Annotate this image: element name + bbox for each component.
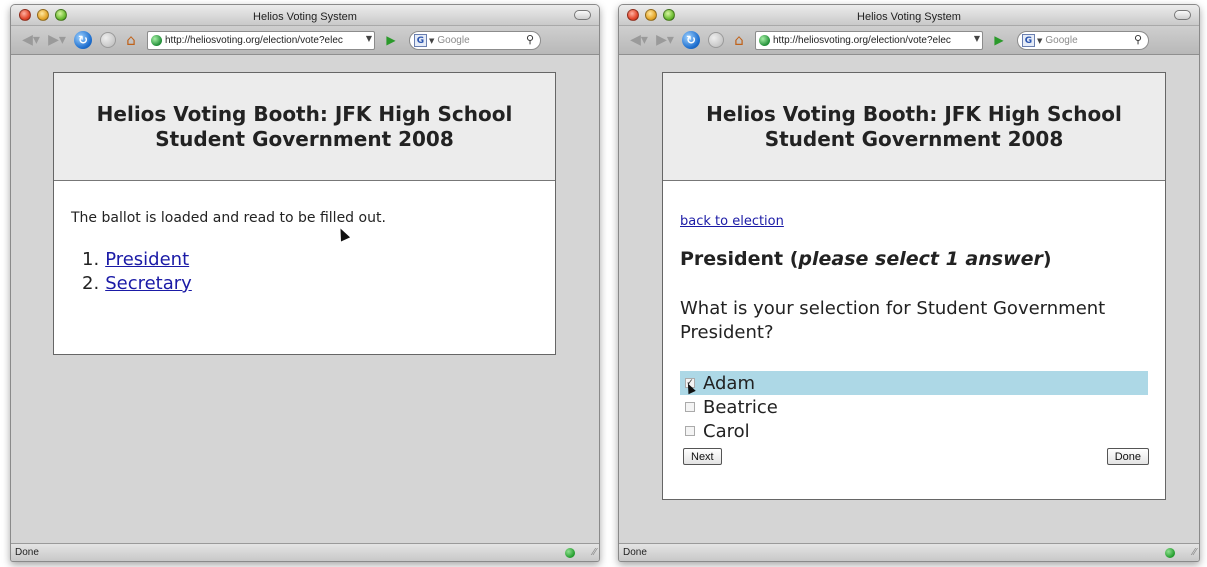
window-controls: [627, 9, 675, 21]
reload-icon: ↻: [74, 31, 92, 49]
address-bar[interactable]: http://heliosvoting.org/election/vote?el…: [147, 31, 375, 50]
search-placeholder: Google: [1045, 35, 1078, 46]
status-bar: Done ⁄⁄: [11, 543, 599, 561]
list-item: 1. President: [82, 249, 190, 270]
go-arrow-icon[interactable]: ▶: [381, 31, 401, 49]
page-viewport: Helios Voting Booth: JFK High School Stu…: [619, 56, 1199, 543]
navigation-toolbar: ◀▾ ▶▾ ↻ ⌂ http://heliosvoting.org/electi…: [619, 26, 1199, 55]
window-controls: [19, 9, 67, 21]
window-title: Helios Voting System: [253, 11, 357, 23]
done-button[interactable]: Done: [1106, 448, 1149, 465]
navigation-toolbar: ◀▾ ▶▾ ↻ ⌂ http://heliosvoting.org/electi…: [11, 26, 599, 55]
reload-icon: ↻: [682, 31, 700, 49]
browser-window-left: Helios Voting System ◀▾ ▶▾ ↻ ⌂ http://he…: [10, 4, 600, 562]
next-button[interactable]: Next: [683, 448, 722, 465]
reload-button[interactable]: ↻: [73, 31, 93, 49]
answer-option-beatrice[interactable]: Beatrice: [680, 395, 1148, 419]
minimize-window-button[interactable]: [37, 9, 49, 21]
answer-option-adam[interactable]: ✓ Adam: [680, 371, 1148, 395]
question-hint: please select 1 answer: [798, 248, 1043, 270]
window-title: Helios Voting System: [857, 11, 961, 23]
stop-button[interactable]: [707, 31, 725, 49]
toolbar-toggle-button[interactable]: [1174, 10, 1191, 20]
question-title: President (please select 1 answer): [680, 248, 1052, 270]
resize-grip-icon[interactable]: ⁄⁄: [593, 547, 596, 558]
chevron-down-icon[interactable]: ▼: [974, 34, 980, 43]
answer-list: ✓ Adam Beatrice Carol: [680, 371, 1148, 443]
search-placeholder: Google: [437, 35, 470, 46]
back-arrow-icon[interactable]: ◀▾: [627, 31, 651, 49]
close-window-button[interactable]: [19, 9, 31, 21]
home-icon[interactable]: ⌂: [729, 31, 749, 49]
answer-label: Adam: [703, 372, 755, 394]
list-item: 2. Secretary: [82, 273, 192, 294]
back-to-election-link[interactable]: back to election: [680, 214, 784, 229]
go-arrow-icon[interactable]: ▶: [989, 31, 1009, 49]
mouse-cursor-icon: [335, 226, 351, 242]
home-icon[interactable]: ⌂: [121, 31, 141, 49]
back-arrow-icon[interactable]: ◀▾: [19, 31, 43, 49]
zoom-window-button[interactable]: [663, 9, 675, 21]
booth-header: Helios Voting Booth: JFK High School Stu…: [663, 73, 1165, 181]
chevron-down-icon[interactable]: ▼: [366, 34, 372, 43]
site-globe-icon: [151, 35, 162, 46]
title-bar[interactable]: Helios Voting System: [11, 5, 599, 26]
question-text: What is your selection for Student Gover…: [680, 298, 1106, 343]
zoom-window-button[interactable]: [55, 9, 67, 21]
toolbar-toggle-button[interactable]: [574, 10, 591, 20]
answer-checkbox[interactable]: [685, 426, 695, 436]
question-link-president[interactable]: President: [105, 249, 189, 270]
url-text: http://heliosvoting.org/election/vote?el…: [773, 35, 951, 46]
minimize-window-button[interactable]: [645, 9, 657, 21]
reload-button[interactable]: ↻: [681, 31, 701, 49]
booth-title: Helios Voting Booth: JFK High School Stu…: [706, 101, 1122, 151]
close-window-button[interactable]: [627, 9, 639, 21]
resize-grip-icon[interactable]: ⁄⁄: [1193, 547, 1196, 558]
chevron-down-icon[interactable]: ▼: [429, 37, 434, 45]
status-ok-icon: [565, 548, 575, 558]
page-viewport: Helios Voting Booth: JFK High School Stu…: [11, 56, 599, 543]
status-ok-icon: [1165, 548, 1175, 558]
title-bar[interactable]: Helios Voting System: [619, 5, 1199, 26]
status-text: Done: [15, 547, 39, 558]
url-text: http://heliosvoting.org/election/vote?el…: [165, 35, 343, 46]
voting-booth-panel: Helios Voting Booth: JFK High School Stu…: [662, 72, 1166, 500]
browser-window-right: Helios Voting System ◀▾ ▶▾ ↻ ⌂ http://he…: [618, 4, 1200, 562]
question-link-secretary[interactable]: Secretary: [105, 273, 192, 294]
answer-label: Beatrice: [703, 396, 778, 418]
ballot-loaded-message: The ballot is loaded and read to be fill…: [71, 210, 386, 226]
magnifier-icon[interactable]: ⚲: [1134, 33, 1142, 46]
status-bar: Done ⁄⁄: [619, 543, 1199, 561]
search-input[interactable]: G ▼ Google ⚲: [1017, 31, 1149, 50]
magnifier-icon[interactable]: ⚲: [526, 33, 534, 46]
stop-button[interactable]: [99, 31, 117, 49]
chevron-down-icon[interactable]: ▼: [1037, 37, 1042, 45]
question-list: 1. President 2. Secretary: [82, 248, 192, 296]
address-bar[interactable]: http://heliosvoting.org/election/vote?el…: [755, 31, 983, 50]
site-globe-icon: [759, 35, 770, 46]
forward-arrow-icon[interactable]: ▶▾: [45, 31, 69, 49]
booth-title: Helios Voting Booth: JFK High School Stu…: [96, 101, 513, 151]
search-engine-icon[interactable]: G: [414, 34, 427, 47]
booth-header: Helios Voting Booth: JFK High School Stu…: [54, 73, 555, 181]
forward-arrow-icon[interactable]: ▶▾: [653, 31, 677, 49]
search-engine-icon[interactable]: G: [1022, 34, 1035, 47]
status-text: Done: [623, 547, 647, 558]
stop-icon: [100, 32, 116, 48]
search-input[interactable]: G ▼ Google ⚲: [409, 31, 541, 50]
voting-booth-panel: Helios Voting Booth: JFK High School Stu…: [53, 72, 556, 355]
answer-option-carol[interactable]: Carol: [680, 419, 1148, 443]
stop-icon: [708, 32, 724, 48]
answer-label: Carol: [703, 420, 750, 442]
answer-checkbox[interactable]: [685, 402, 695, 412]
